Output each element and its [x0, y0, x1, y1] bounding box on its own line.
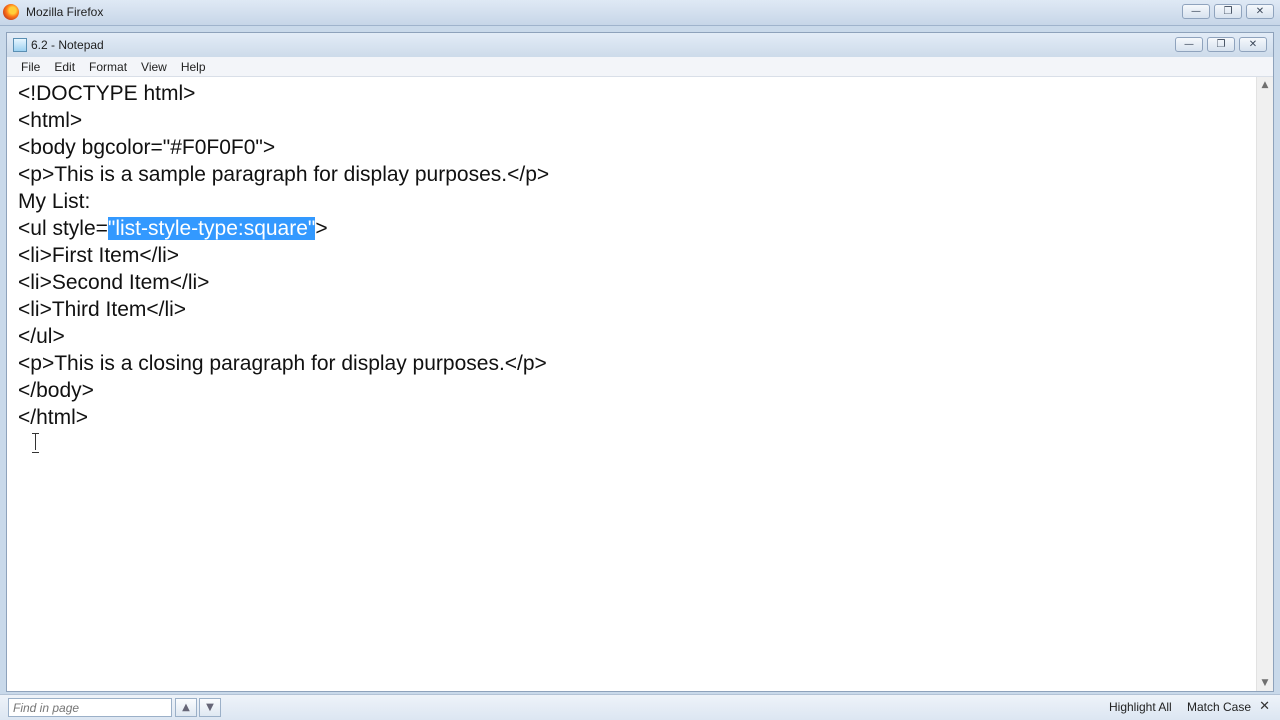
- editor-line: My List:: [18, 190, 91, 213]
- notepad-window-controls: — ❐ ✕: [1175, 37, 1267, 52]
- text-selection: "list-style-type:square": [107, 217, 316, 240]
- editor-line: <li>Second Item</li>: [18, 271, 210, 294]
- notepad-title: 6.2 - Notepad: [31, 38, 104, 52]
- menu-edit[interactable]: Edit: [48, 60, 81, 74]
- firefox-logo-icon: [3, 4, 19, 20]
- editor-line: </body>: [18, 379, 94, 402]
- match-case-button[interactable]: Match Case: [1187, 700, 1251, 714]
- editor-line: <p>This is a sample paragraph for displa…: [18, 163, 550, 186]
- editor-line: <!DOCTYPE html>: [18, 82, 196, 105]
- menu-view[interactable]: View: [135, 60, 173, 74]
- notepad-titlebar: 6.2 - Notepad — ❐ ✕: [7, 33, 1273, 57]
- find-next-button[interactable]: ▼: [199, 698, 221, 717]
- scroll-down-icon[interactable]: ▼: [1257, 675, 1273, 691]
- notepad-restore-button[interactable]: ❐: [1207, 37, 1235, 52]
- editor-line: <p>This is a closing paragraph for displ…: [18, 352, 547, 375]
- notepad-icon: [13, 38, 27, 52]
- highlight-all-button[interactable]: Highlight All: [1109, 700, 1172, 714]
- find-previous-button[interactable]: ▲: [175, 698, 197, 717]
- browser-restore-button[interactable]: ❐: [1214, 4, 1242, 19]
- menu-bar: File Edit Format View Help: [7, 57, 1273, 77]
- editor-line: <html>: [18, 109, 83, 132]
- scroll-up-icon[interactable]: ▲: [1257, 77, 1273, 93]
- browser-window-controls: — ❐ ✕: [1182, 4, 1274, 19]
- menu-format[interactable]: Format: [83, 60, 133, 74]
- browser-minimize-button[interactable]: —: [1182, 4, 1210, 19]
- editor-line: <li>Third Item</li>: [18, 298, 187, 321]
- browser-title: Mozilla Firefox: [26, 5, 104, 19]
- text-editor[interactable]: <!DOCTYPE html> <html> <body bgcolor="#F…: [7, 77, 1257, 691]
- find-bar: ▲ ▼ Highlight All Match Case ✕: [0, 694, 1280, 720]
- editor-line: </html>: [18, 406, 89, 429]
- browser-titlebar: Mozilla Firefox — ❐ ✕: [0, 0, 1280, 26]
- notepad-minimize-button[interactable]: —: [1175, 37, 1203, 52]
- menu-file[interactable]: File: [15, 60, 46, 74]
- selected-line-after: >: [315, 217, 328, 240]
- vertical-scrollbar[interactable]: ▲ ▼: [1256, 77, 1273, 691]
- editor-line: </ul>: [18, 325, 65, 348]
- text-cursor-icon: [31, 433, 40, 453]
- find-in-page-input[interactable]: [8, 698, 172, 717]
- close-findbar-icon[interactable]: ✕: [1259, 699, 1270, 714]
- browser-close-button[interactable]: ✕: [1246, 4, 1274, 19]
- notepad-close-button[interactable]: ✕: [1239, 37, 1267, 52]
- notepad-window: 6.2 - Notepad — ❐ ✕ File Edit Format Vie…: [6, 32, 1274, 692]
- selected-line-before: <ul style=: [18, 217, 108, 240]
- editor-line: <body bgcolor="#F0F0F0">: [18, 136, 276, 159]
- editor-line: <li>First Item</li>: [18, 244, 180, 267]
- editor-line-selected: <ul style="list-style-type:square">: [18, 215, 1257, 242]
- menu-help[interactable]: Help: [175, 60, 212, 74]
